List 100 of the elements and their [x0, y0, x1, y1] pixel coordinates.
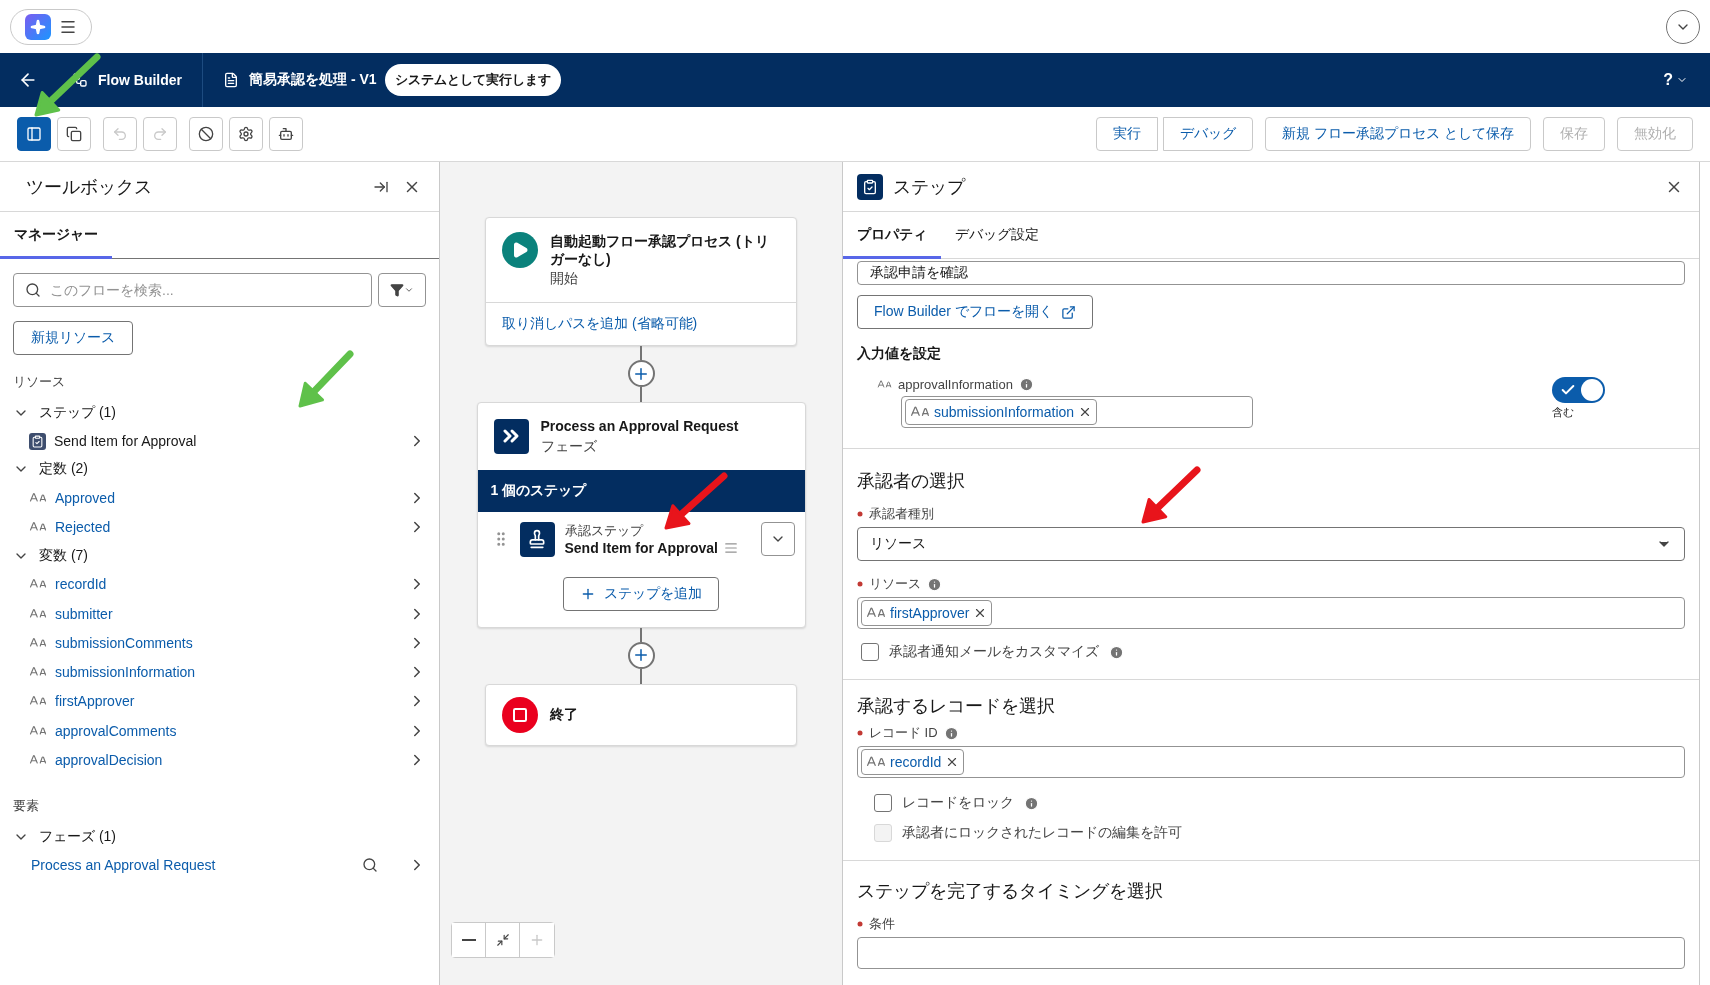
filter-icon: [390, 283, 404, 297]
info-icon: [943, 725, 959, 741]
step-type: 承認ステップ: [564, 522, 645, 541]
action-button[interactable]: デバッグ: [1163, 117, 1254, 151]
required-icon: [857, 921, 863, 927]
settings-button[interactable]: [229, 117, 263, 151]
value-pill[interactable]: firstApprover: [861, 600, 993, 626]
block-button[interactable]: [189, 117, 223, 151]
resource-item[interactable]: approvalComments: [55, 722, 400, 739]
panel-title: ツールボックス: [26, 175, 153, 199]
sparkle-icon: [25, 13, 51, 40]
action-button[interactable]: 実行: [1096, 117, 1159, 151]
step-name[interactable]: Send Item for Approval: [564, 540, 718, 557]
app-title: Flow Builder: [98, 72, 182, 88]
resource-item[interactable]: Rejected: [55, 518, 400, 535]
settings-icon: [238, 126, 254, 142]
value-pill[interactable]: recordId: [861, 749, 965, 775]
action-button[interactable]: 新規 フロー承認プロセス として保存: [1265, 117, 1531, 151]
section-heading: リソース: [13, 373, 66, 391]
checkbox[interactable]: [861, 643, 879, 661]
note-icon: [724, 541, 738, 556]
copy-button[interactable]: [57, 117, 91, 151]
add-element-button[interactable]: [627, 360, 655, 388]
info-icon: [1109, 644, 1124, 660]
resource-item[interactable]: Approved: [55, 489, 400, 506]
end-card[interactable]: 終了: [485, 683, 797, 746]
field-label: approvalInformation: [898, 377, 1013, 392]
document-icon: [223, 72, 239, 88]
open-flow-button[interactable]: Flow Builder でフローを開く: [857, 295, 1093, 329]
search-icon[interactable]: [362, 856, 378, 873]
approver-type-select[interactable]: リソース: [857, 527, 1685, 561]
card-title: 自動起動フロー承認プロセス (トリガーなし): [550, 232, 770, 269]
add-element-button[interactable]: [627, 641, 655, 669]
filter-button[interactable]: [378, 273, 426, 307]
plus-icon: [529, 932, 545, 948]
run-mode-badge: システムとして実行します: [384, 64, 561, 96]
shrink-icon: [495, 933, 510, 947]
info-icon: [927, 576, 942, 592]
panel-tab[interactable]: マネージャー: [0, 212, 112, 259]
resource-item[interactable]: submitter: [55, 605, 400, 622]
phase-card[interactable]: Process an Approval Request フェーズ 1 個のステップ 承認ステップ Send Item for Approval ステップを追加: [476, 402, 806, 628]
field-label: 条件: [869, 915, 895, 933]
step-label-field[interactable]: 承認申請を確認: [857, 261, 1685, 285]
stamp-icon: [519, 521, 555, 557]
section-title: ステップを完了するタイミングを選択: [857, 880, 1164, 903]
panel-title: ステップ: [893, 175, 967, 199]
value-pill[interactable]: submissionInformation: [905, 399, 1098, 425]
block-icon: [198, 126, 214, 142]
caret-down-icon: [404, 285, 414, 295]
resource-item[interactable]: Send Item for Approval: [54, 433, 400, 449]
robot-button[interactable]: [269, 117, 303, 151]
required-icon: [857, 581, 863, 587]
minus-icon: [461, 939, 476, 941]
checkbox[interactable]: [874, 794, 892, 812]
panel-tab[interactable]: プロパティ: [843, 212, 941, 259]
group-label[interactable]: 定数 (2): [39, 460, 88, 478]
element-item[interactable]: Process an Approval Request: [31, 856, 354, 873]
value-field[interactable]: recordId: [857, 746, 1685, 778]
resource-item[interactable]: submissionComments: [55, 634, 400, 651]
new-resource-button[interactable]: 新規リソース: [13, 321, 133, 355]
checkbox-label: 承認者にロックされたレコードの編集を許可: [902, 824, 1182, 842]
panel-toggle-button[interactable]: [17, 117, 51, 151]
undo-icon: [112, 126, 128, 142]
card-subtitle: フェーズ: [540, 437, 598, 456]
steps-band: 1 個のステップ: [477, 469, 805, 512]
group-label[interactable]: ステップ (1): [39, 404, 116, 422]
help-button[interactable]: ?: [1657, 70, 1694, 90]
resource-item[interactable]: firstApprover: [55, 693, 400, 710]
checkbox-label: 承認者通知メールをカスタマイズ: [889, 643, 1099, 661]
panel-tab[interactable]: デバッグ設定: [941, 212, 1053, 259]
card-title: Process an Approval Request: [540, 417, 739, 436]
clipboard-check-icon: [29, 432, 46, 450]
zoom-out-button[interactable]: [452, 923, 486, 957]
clipboard-check-icon: [857, 173, 883, 200]
add-cancel-path-link[interactable]: 取り消しパスを追加 (省略可能): [486, 302, 796, 346]
play-icon: [502, 232, 538, 268]
stop-icon: [502, 696, 538, 733]
external-link-icon: [1060, 304, 1076, 320]
chevrons-icon: [493, 418, 529, 454]
card-subtitle: 開始: [550, 270, 579, 289]
resource-item[interactable]: submissionInformation: [55, 664, 400, 681]
resource-item[interactable]: approvalDecision: [55, 752, 400, 768]
step-menu-button[interactable]: [760, 522, 795, 557]
group-label[interactable]: 変数 (7): [39, 546, 88, 565]
field-label: 承認者種別: [869, 505, 934, 523]
group-label[interactable]: フェーズ (1): [39, 827, 116, 846]
start-card[interactable]: 自動起動フロー承認プロセス (トリガーなし) 開始 取り消しパスを追加 (省略可能): [485, 217, 797, 347]
add-step-button[interactable]: ステップを追加: [563, 576, 719, 611]
value-field[interactable]: firstApprover: [857, 597, 1685, 629]
card-title: 終了: [550, 705, 578, 724]
resource-item[interactable]: recordId: [55, 576, 400, 593]
section-heading: 要素: [13, 796, 40, 815]
redo-icon: [152, 126, 168, 142]
flow-title: 簡易承認を処理 - V1: [249, 71, 377, 89]
value-field[interactable]: submissionInformation: [901, 396, 1253, 428]
search-field[interactable]: このフローを検索...: [13, 273, 372, 307]
field-label: レコード ID: [869, 724, 938, 742]
include-toggle[interactable]: [1552, 377, 1605, 403]
section-title: 承認者の選択: [857, 470, 966, 493]
condition-select[interactable]: [857, 937, 1685, 969]
